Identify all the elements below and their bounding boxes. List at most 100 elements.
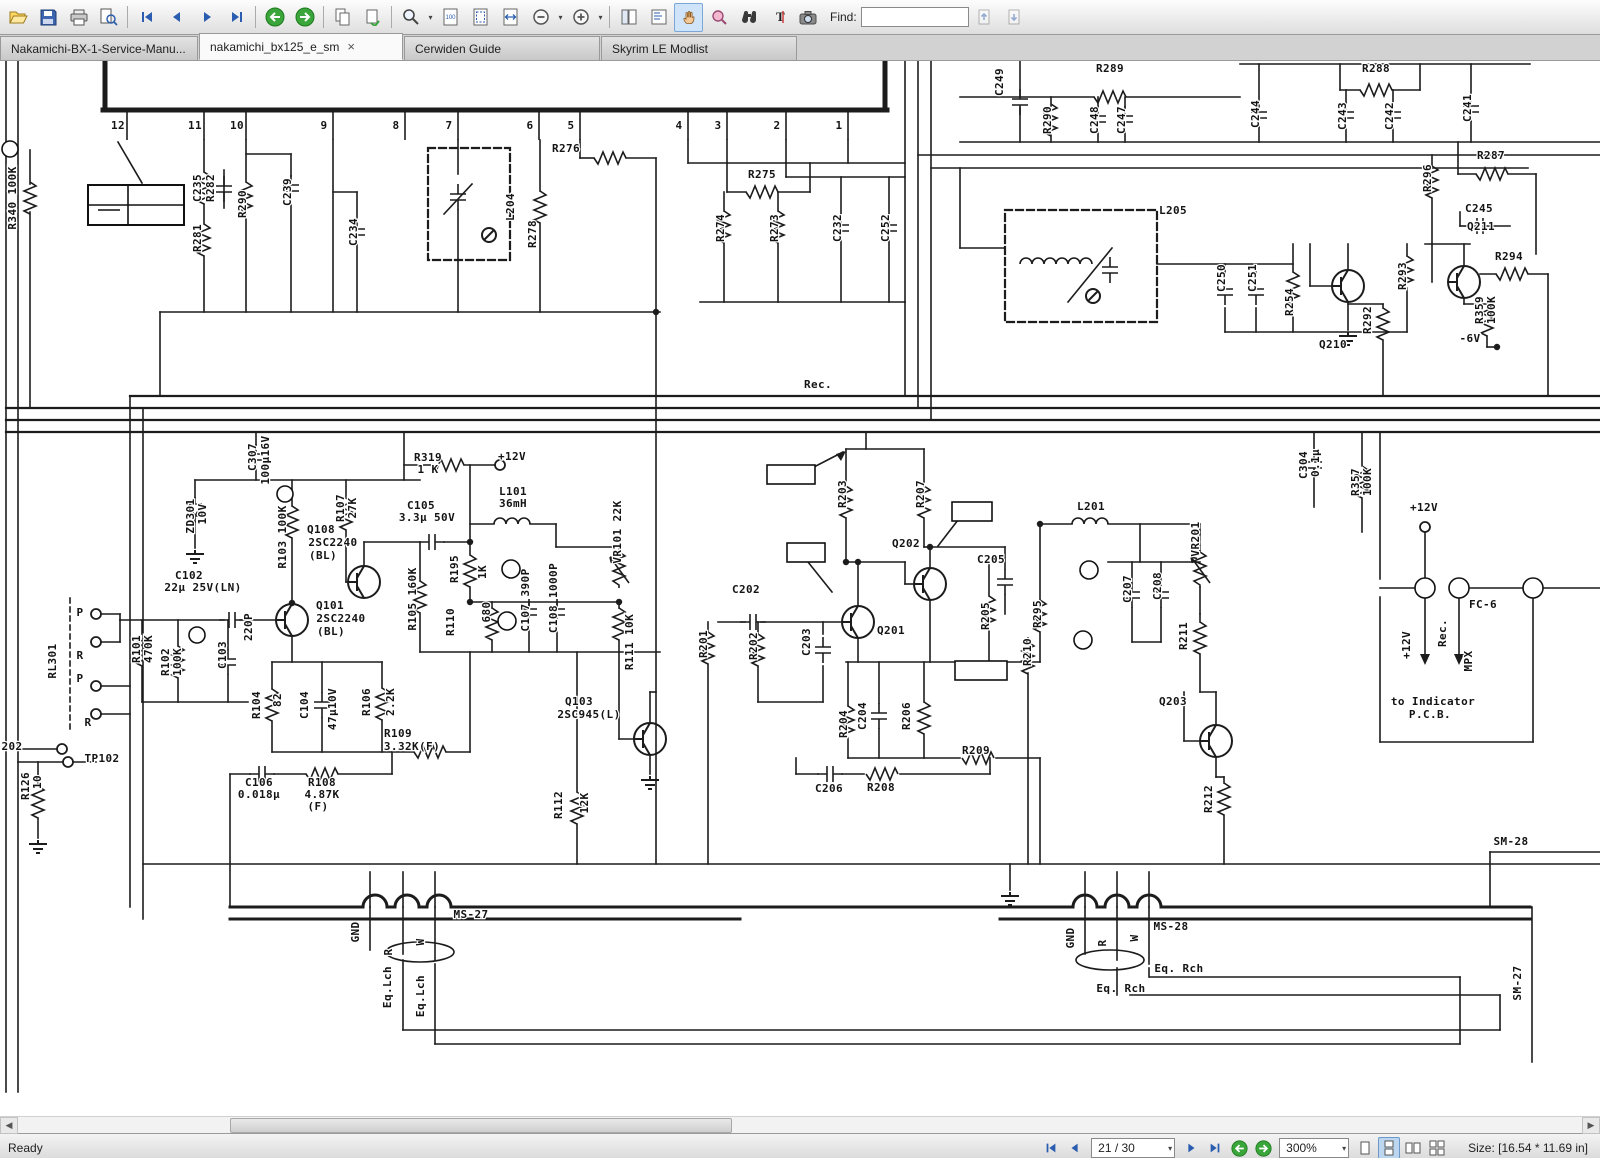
- schematic-graphic: [23, 181, 37, 215]
- schematic-graphic: [951, 501, 993, 522]
- go-back-icon: [1231, 1139, 1248, 1157]
- page-thumbnails-button[interactable]: [614, 3, 643, 32]
- go-forward-button[interactable]: [290, 3, 319, 32]
- component-label: R109: [384, 727, 412, 740]
- zoom-in-button[interactable]: [566, 3, 595, 32]
- find-previous-button[interactable]: [970, 3, 999, 32]
- snapshot-pages-button[interactable]: [328, 3, 357, 32]
- chevron-down-icon: ▾: [1342, 1143, 1347, 1153]
- status-first-page-button[interactable]: [1040, 1137, 1062, 1158]
- save-button[interactable]: [34, 3, 63, 32]
- component-label: to Indicator: [1391, 695, 1475, 708]
- schematic-graphic: [917, 701, 931, 735]
- first-page-button[interactable]: [132, 3, 161, 32]
- fit-width-button[interactable]: [496, 3, 525, 32]
- zoom-tool-icon: [402, 9, 419, 25]
- continuous-facing-view-button[interactable]: [1426, 1137, 1448, 1158]
- print-preview-button[interactable]: [94, 3, 123, 32]
- component-label: 202: [1, 740, 22, 753]
- find-input[interactable]: [860, 7, 969, 27]
- component-label: Q210: [1319, 338, 1347, 351]
- schematic-graphic: [90, 708, 102, 720]
- schematic-graphic: [1331, 269, 1365, 303]
- tab-close-icon[interactable]: ×: [347, 40, 355, 53]
- status-last-page-button[interactable]: [1204, 1137, 1226, 1158]
- zoom-tool-button[interactable]: [396, 3, 425, 32]
- component-label: C247: [1115, 106, 1128, 134]
- copy-page-icon: [366, 9, 380, 26]
- component-label: C108 1000P: [547, 563, 560, 633]
- document-page[interactable]: 12 11 10 9 8 7 6 5 4 3 2 1 R340 100K R282 C235 R281 R290…: [0, 61, 1600, 1116]
- go-back-button[interactable]: [260, 3, 289, 32]
- component-label: W: [1128, 934, 1141, 941]
- open-button[interactable]: [4, 3, 33, 32]
- component-label: R208: [867, 781, 895, 794]
- component-label: R: [1096, 939, 1109, 946]
- facing-pages-view-button[interactable]: [1402, 1137, 1424, 1158]
- tab-skyrim-le-modlist[interactable]: Skyrim LE Modlist: [601, 36, 797, 60]
- find-previous-icon: [978, 9, 990, 25]
- schematic-graphic: [31, 785, 45, 819]
- zoom-tool-dropdown[interactable]: ▾: [426, 4, 435, 31]
- next-page-icon: [203, 12, 211, 22]
- pin-number-label: 7: [445, 119, 452, 132]
- scrollbar-thumb[interactable]: [230, 1118, 732, 1133]
- scroll-left-button[interactable]: ◀: [0, 1117, 18, 1134]
- fit-page-button[interactable]: [466, 3, 495, 32]
- next-page-button[interactable]: [192, 3, 221, 32]
- component-label: 2SC2240: [316, 612, 365, 625]
- zoom-out-dropdown[interactable]: ▾: [556, 4, 565, 31]
- component-label: R292: [1361, 306, 1374, 334]
- previous-page-button[interactable]: [162, 3, 191, 32]
- actual-size-button[interactable]: 100: [436, 3, 465, 32]
- status-previous-page-button[interactable]: [1064, 1137, 1086, 1158]
- component-label: R276: [552, 142, 580, 155]
- horizontal-scrollbar[interactable]: ◀ ▶: [0, 1116, 1600, 1134]
- document-tabbar: Nakamichi-BX-1-Service-Manu... nakamichi…: [0, 33, 1600, 61]
- schematic-graphic: [1019, 257, 1057, 265]
- snapshot-camera-button[interactable]: [794, 3, 823, 32]
- continuous-view-button[interactable]: [1378, 1137, 1401, 1158]
- zoom-out-button[interactable]: [526, 3, 555, 32]
- component-label: R275: [748, 168, 776, 181]
- tab-cerwiden-guide[interactable]: Cerwiden Guide: [404, 36, 600, 60]
- status-next-page-button[interactable]: [1180, 1137, 1202, 1158]
- zoom-level-value: 300%: [1286, 1141, 1317, 1155]
- zoom-level-combo[interactable]: 300% ▾: [1279, 1138, 1350, 1158]
- component-label: 2.2K: [384, 688, 397, 716]
- schematic-graphic: [62, 756, 74, 768]
- schematic-graphic: [418, 533, 446, 551]
- snapshot-tool-button[interactable]: [704, 3, 733, 32]
- bookmarks-panel-button[interactable]: [644, 3, 673, 32]
- go-back-icon: [265, 7, 284, 27]
- status-forward-button[interactable]: [1252, 1137, 1274, 1158]
- select-text-button[interactable]: T: [764, 3, 793, 32]
- component-label: W: [414, 938, 427, 945]
- last-page-button[interactable]: [222, 3, 251, 32]
- search-button[interactable]: [734, 3, 763, 32]
- print-button[interactable]: [64, 3, 93, 32]
- schematic-graphic: [1495, 267, 1529, 281]
- component-label: 36mH: [499, 497, 527, 510]
- schematic-graphic: [766, 464, 816, 485]
- status-back-button[interactable]: [1228, 1137, 1250, 1158]
- component-label: C243: [1336, 102, 1349, 130]
- copy-page-button[interactable]: [358, 3, 387, 32]
- component-label: 10V: [196, 503, 209, 524]
- component-label: R293: [1396, 262, 1409, 290]
- component-label: C239: [281, 178, 294, 206]
- component-label: 1 K: [417, 463, 438, 476]
- component-label: Q202: [892, 537, 920, 550]
- component-label: L205: [1159, 204, 1187, 217]
- page-number-value: 21 / 30: [1098, 1141, 1135, 1155]
- tab-nakamichi-bx125-schematic[interactable]: nakamichi_bx125_e_sm ×: [199, 33, 403, 60]
- hand-tool-button[interactable]: [674, 2, 703, 32]
- single-page-view-button[interactable]: [1354, 1137, 1376, 1158]
- tab-nakamichi-bx1-service-manual[interactable]: Nakamichi-BX-1-Service-Manu...: [0, 36, 198, 60]
- find-next-button[interactable]: [1000, 3, 1029, 32]
- toolbar-separator: [127, 6, 128, 28]
- schematic-graphic: [463, 554, 477, 588]
- page-number-combo[interactable]: 21 / 30 ▾: [1091, 1138, 1176, 1158]
- zoom-in-dropdown[interactable]: ▾: [596, 4, 605, 31]
- scroll-right-button[interactable]: ▶: [1582, 1117, 1600, 1134]
